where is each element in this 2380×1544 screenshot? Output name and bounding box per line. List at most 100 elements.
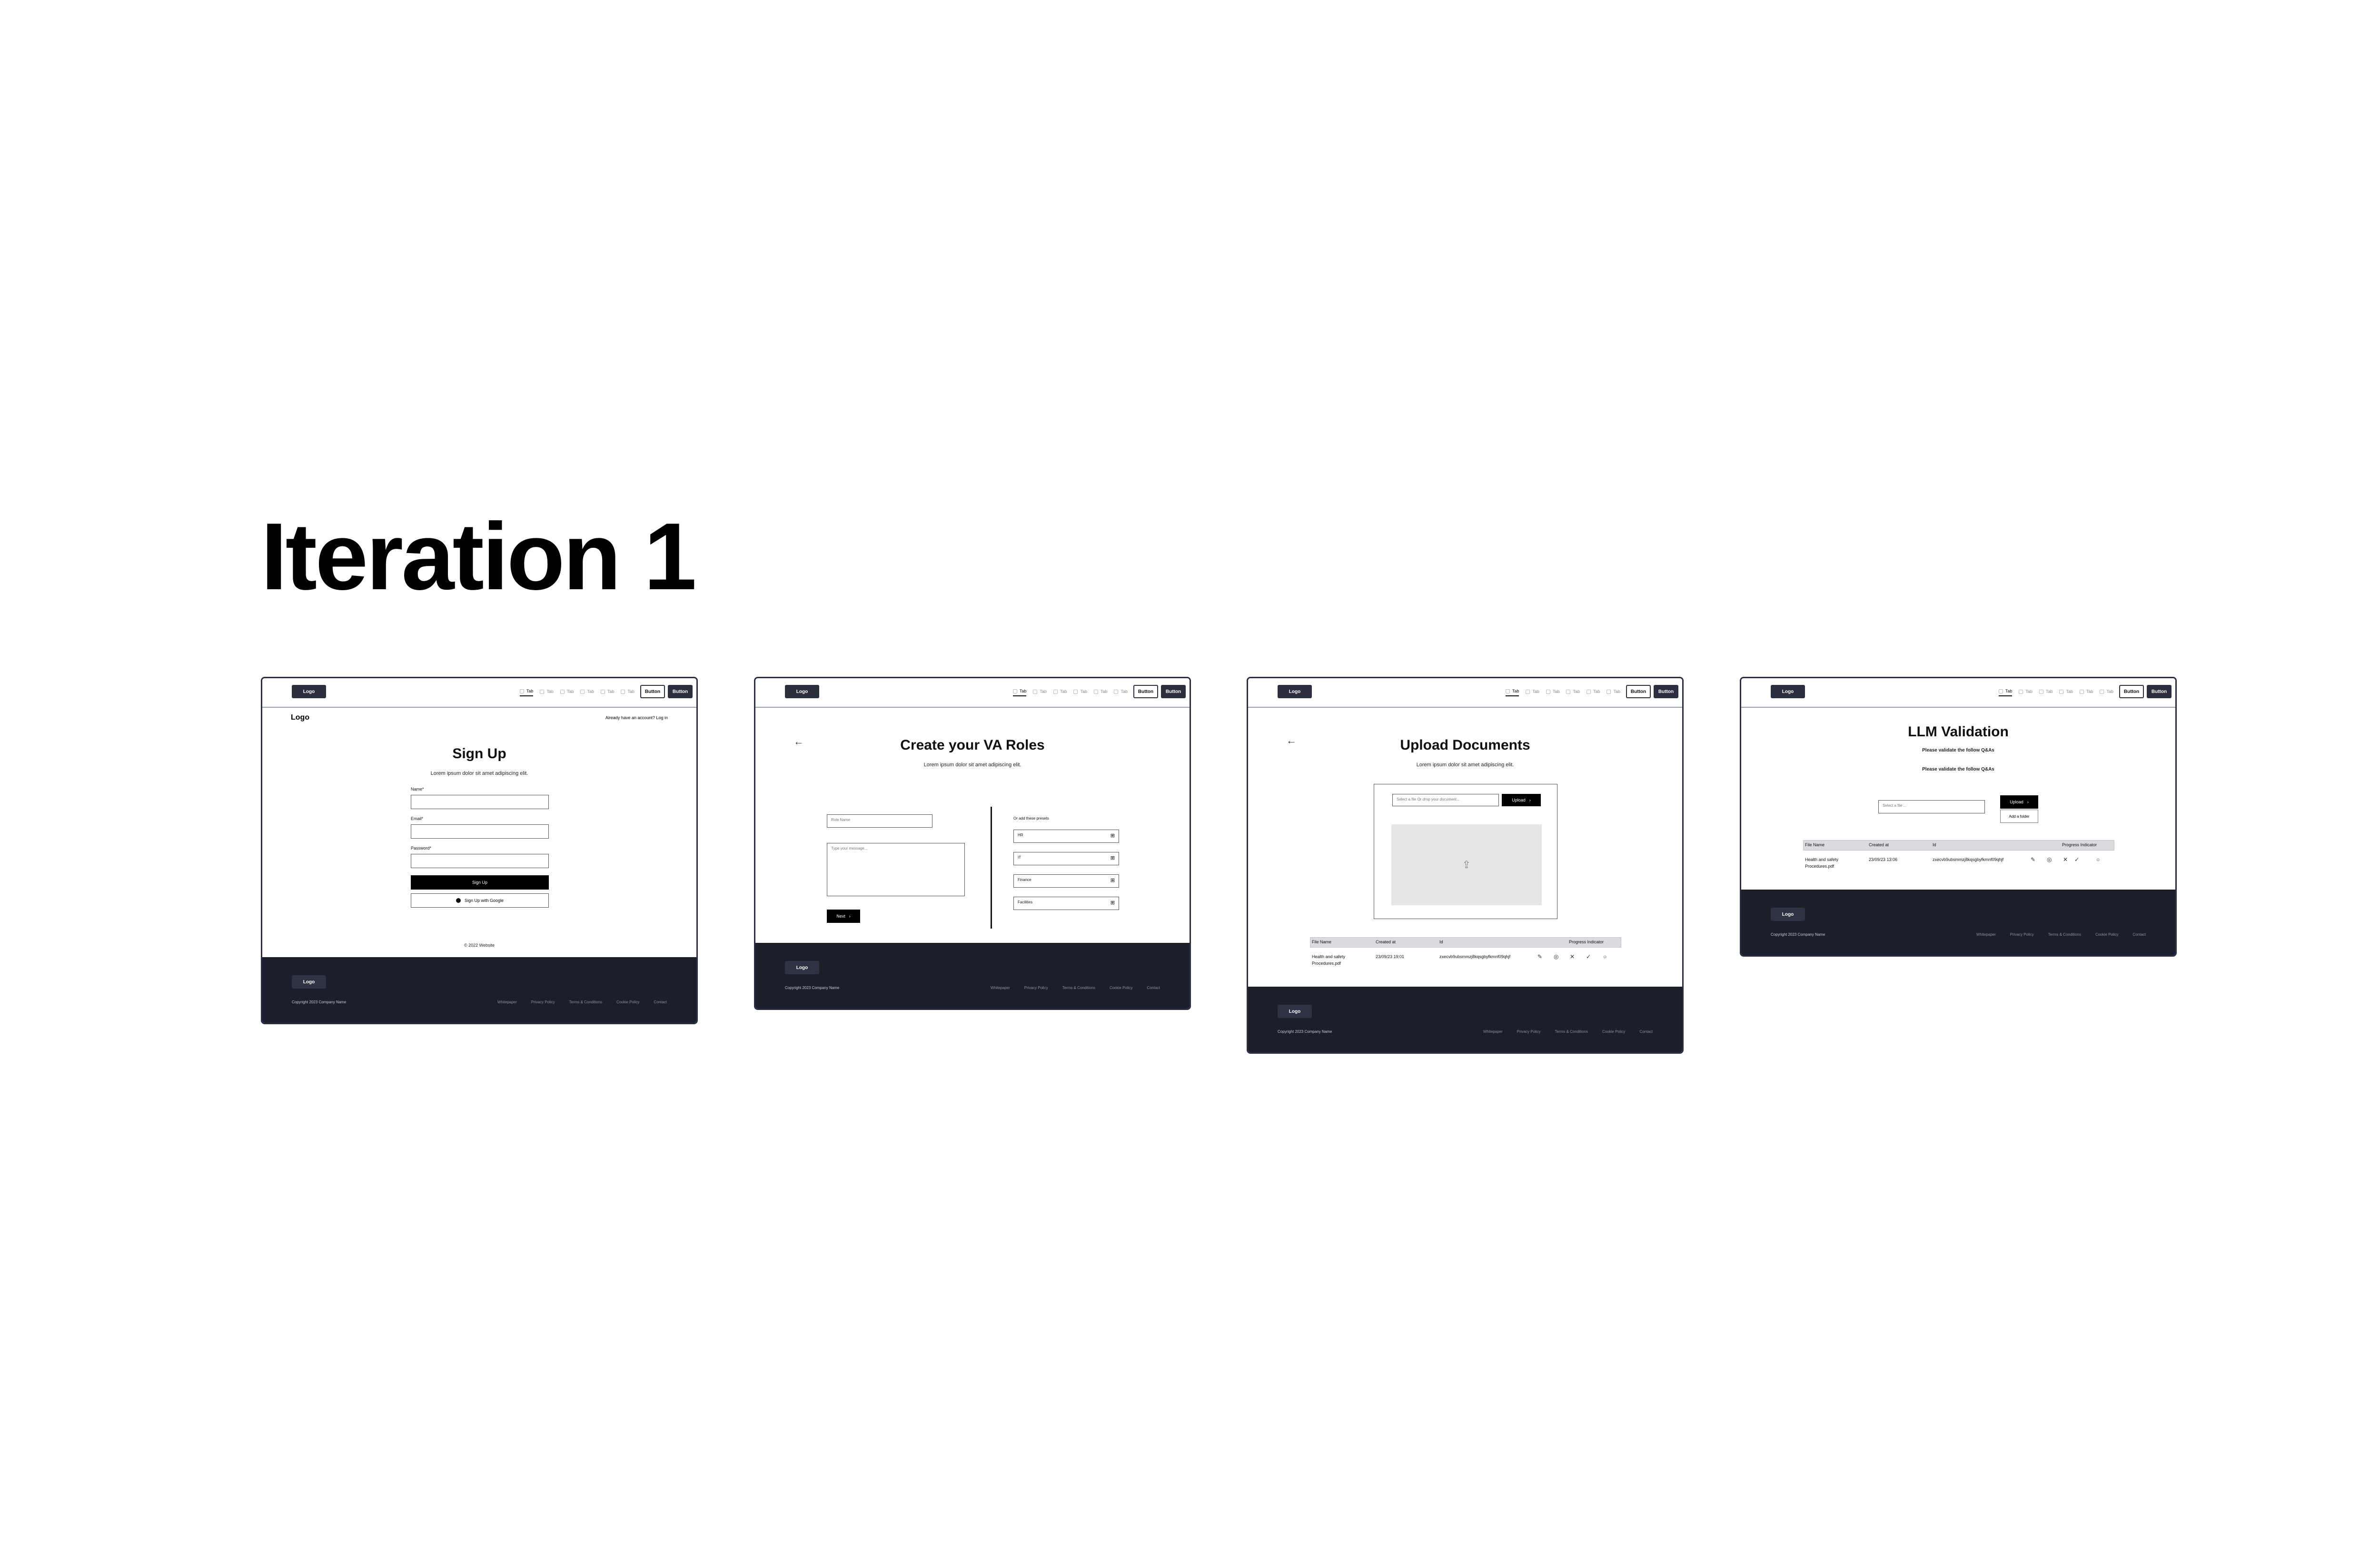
header-solid-button[interactable]: Button <box>1161 685 1186 698</box>
preset-finance[interactable]: Finance ⊞ <box>1013 874 1119 888</box>
add-folder-option[interactable]: Add a folder <box>2000 810 2038 823</box>
footer-logo[interactable]: Logo <box>292 975 326 989</box>
llm-validation-frame: Logo Tab Tab Tab Tab Tab Tab Button Butt… <box>1740 677 2177 957</box>
role-name-input[interactable]: Role Name <box>827 814 932 828</box>
header-outline-button[interactable]: Button <box>1626 685 1651 698</box>
tab-2[interactable]: Tab <box>2019 687 2033 696</box>
footer-link[interactable]: Privacy Policy <box>1024 986 1048 990</box>
header-solid-button[interactable]: Button <box>1654 685 1678 698</box>
next-button[interactable]: Next › <box>827 910 860 923</box>
tab-bar: Tab Tab Tab Tab Tab Tab <box>1998 687 2113 696</box>
footer-link[interactable]: Cookie Policy <box>1602 1029 1625 1034</box>
header-solid-button[interactable]: Button <box>668 685 693 698</box>
upload-button[interactable]: Upload › <box>2000 795 2038 809</box>
name-field[interactable] <box>411 795 549 809</box>
header-logo[interactable]: Logo <box>785 685 819 698</box>
footer-link[interactable]: Privacy Policy <box>531 1000 555 1004</box>
login-link[interactable]: Already have an account? Log in <box>605 715 668 720</box>
footer-link[interactable]: Terms & Conditions <box>1062 986 1095 990</box>
header-logo[interactable]: Logo <box>292 685 326 698</box>
close-icon[interactable]: ✕ <box>2063 856 2068 863</box>
email-label: Email* <box>411 816 424 821</box>
footer-link[interactable]: Contact <box>1639 1029 1653 1034</box>
header-outline-button[interactable]: Button <box>1133 685 1158 698</box>
tab-3[interactable]: Tab <box>560 687 574 696</box>
upload-button[interactable]: Upload › <box>1502 794 1541 806</box>
tab-5[interactable]: Tab <box>600 687 614 696</box>
file-select-input[interactable]: Select a file ... <box>1878 800 1985 813</box>
dropzone[interactable]: ⇪ <box>1391 824 1542 905</box>
footer-link[interactable]: Contact <box>2132 932 2146 937</box>
signup-button[interactable]: Sign Up <box>411 875 549 890</box>
footer: Logo Copyright 2023 Company Name Whitepa… <box>755 943 1190 1009</box>
footer-logo[interactable]: Logo <box>1771 908 1805 921</box>
footer-link[interactable]: Whitepaper <box>1976 932 1996 937</box>
file-select-input[interactable]: Select a file Or drop your document... <box>1392 794 1499 806</box>
hide-icon[interactable]: ◎ <box>1554 953 1558 960</box>
footer-link[interactable]: Contact <box>654 1000 667 1004</box>
tab-1[interactable]: Tab <box>1505 687 1519 696</box>
footer-link[interactable]: Cookie Policy <box>616 1000 639 1004</box>
check-icon[interactable]: ✓ <box>2074 856 2079 863</box>
footer-link[interactable]: Whitepaper <box>1483 1029 1503 1034</box>
preset-hr[interactable]: HR ⊞ <box>1013 830 1119 843</box>
password-field[interactable] <box>411 854 549 868</box>
footer-link[interactable]: Terms & Conditions <box>569 1000 602 1004</box>
tab-icon <box>600 689 605 694</box>
tab-2[interactable]: Tab <box>540 687 554 696</box>
tab-6[interactable]: Tab <box>2100 687 2113 696</box>
tab-1[interactable]: Tab <box>1998 687 2013 696</box>
tab-4[interactable]: Tab <box>1566 687 1580 696</box>
tab-4[interactable]: Tab <box>2059 687 2073 696</box>
check-icon[interactable]: ✓ <box>1586 953 1591 960</box>
email-field[interactable] <box>411 824 549 839</box>
header-outline-button[interactable]: Button <box>2119 685 2144 698</box>
footer-link[interactable]: Cookie Policy <box>2095 932 2118 937</box>
tab-3[interactable]: Tab <box>1546 687 1559 696</box>
footer-copyright: Copyright 2023 Company Name <box>292 1000 347 1004</box>
tab-icon <box>580 689 585 694</box>
preset-it[interactable]: IT ⊞ <box>1013 852 1119 865</box>
tab-5[interactable]: Tab <box>1586 687 1600 696</box>
tab-6[interactable]: Tab <box>1606 687 1620 696</box>
footer-logo[interactable]: Logo <box>1278 1005 1312 1018</box>
header-logo[interactable]: Logo <box>1278 685 1312 698</box>
tab-icon <box>540 689 545 694</box>
tab-4[interactable]: Tab <box>580 687 594 696</box>
tab-4[interactable]: Tab <box>1073 687 1087 696</box>
tab-3[interactable]: Tab <box>1053 687 1067 696</box>
table-cell-created: 23/09/23 19:01 <box>1376 954 1405 959</box>
footer-link[interactable]: Terms & Conditions <box>1555 1029 1588 1034</box>
header-solid-button[interactable]: Button <box>2147 685 2172 698</box>
tab-1[interactable]: Tab <box>519 687 534 696</box>
hide-icon[interactable]: ◎ <box>2047 856 2052 863</box>
name-label: Name* <box>411 787 424 792</box>
footer-logo[interactable]: Logo <box>785 961 819 974</box>
footer-link[interactable]: Privacy Policy <box>1517 1029 1541 1034</box>
tab-3[interactable]: Tab <box>2039 687 2053 696</box>
footer-link[interactable]: Cookie Policy <box>1110 986 1132 990</box>
google-signup-button[interactable]: Sign Up with Google <box>411 893 549 908</box>
tab-2[interactable]: Tab <box>1526 687 1539 696</box>
tab-6[interactable]: Tab <box>1114 687 1128 696</box>
footer-link[interactable]: Whitepaper <box>497 1000 517 1004</box>
footer: Logo Copyright 2023 Company Name Whitepa… <box>1741 890 2175 955</box>
preset-facilities[interactable]: Facilities ⊞ <box>1013 897 1119 910</box>
tab-6[interactable]: Tab <box>621 687 635 696</box>
header-logo[interactable]: Logo <box>1771 685 1805 698</box>
tab-icon <box>1073 689 1078 694</box>
footer-link[interactable]: Contact <box>1147 986 1160 990</box>
edit-icon[interactable]: ✎ <box>2031 856 2035 863</box>
footer-link[interactable]: Privacy Policy <box>2010 932 2034 937</box>
message-textarea[interactable]: Type your message... <box>827 843 965 896</box>
tab-5[interactable]: Tab <box>1093 687 1107 696</box>
llm-instruction: Please validate the follow Q&As <box>1922 767 1994 772</box>
header-outline-button[interactable]: Button <box>640 685 665 698</box>
footer-link[interactable]: Terms & Conditions <box>2048 932 2081 937</box>
tab-2[interactable]: Tab <box>1033 687 1047 696</box>
footer-link[interactable]: Whitepaper <box>991 986 1010 990</box>
edit-icon[interactable]: ✎ <box>1537 953 1542 960</box>
tab-1[interactable]: Tab <box>1012 687 1027 696</box>
tab-5[interactable]: Tab <box>2079 687 2093 696</box>
close-icon[interactable]: ✕ <box>1570 953 1575 960</box>
